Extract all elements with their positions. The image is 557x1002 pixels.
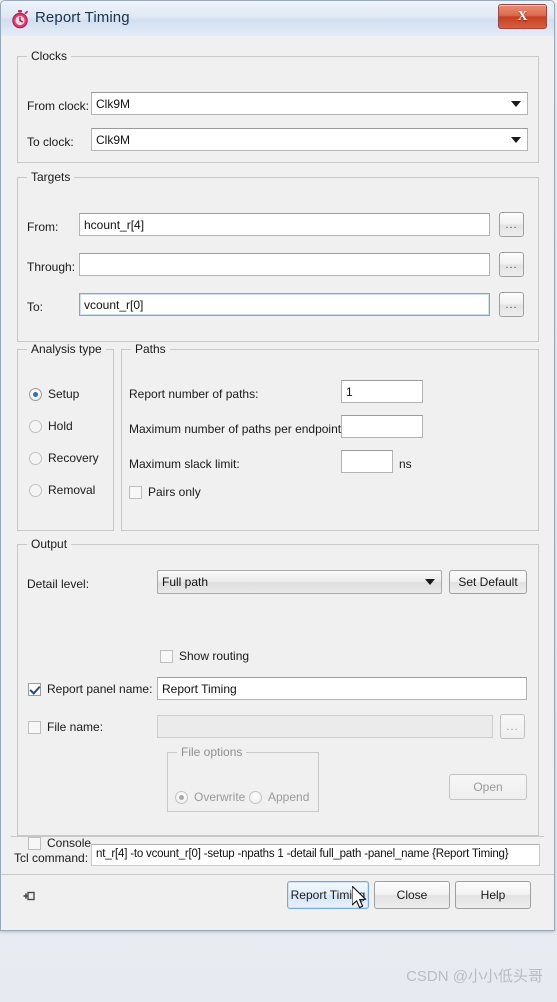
csdn-watermark: CSDN @小小低头哥 bbox=[406, 968, 543, 985]
pin-icon[interactable] bbox=[21, 887, 39, 908]
max-paths-per-endpoint-input[interactable] bbox=[341, 415, 423, 438]
to-target-input[interactable]: vcount_r[0] bbox=[79, 293, 490, 316]
file-name-input[interactable] bbox=[157, 715, 493, 738]
file-option-append[interactable]: Append bbox=[249, 790, 309, 804]
file-name-label: File name: bbox=[47, 720, 104, 734]
checkbox-indicator bbox=[160, 649, 173, 663]
analysis-option-recovery[interactable]: Recovery bbox=[29, 451, 99, 465]
report-panel-name-label: Report panel name: bbox=[47, 682, 153, 696]
set-default-button[interactable]: Set Default bbox=[449, 570, 527, 594]
analysis-option-label: Removal bbox=[48, 483, 96, 497]
max-slack-limit-label: Maximum slack limit: bbox=[129, 457, 240, 471]
chevron-down-icon bbox=[511, 136, 521, 143]
analysis-option-setup[interactable]: Setup bbox=[29, 387, 79, 401]
to-target-label: To: bbox=[27, 300, 44, 314]
max-paths-per-endpoint-label: Maximum number of paths per endpoint: bbox=[129, 422, 345, 436]
pairs-only-label: Pairs only bbox=[148, 485, 201, 499]
file-name-browse-button[interactable]: ... bbox=[500, 714, 525, 739]
analysis-type-group: Analysis type bbox=[17, 342, 114, 531]
tcl-command-label: Tcl command: bbox=[14, 851, 89, 865]
paths-group-label: Paths bbox=[131, 342, 170, 356]
radio-indicator bbox=[175, 790, 188, 804]
file-option-overwrite[interactable]: Overwrite bbox=[175, 790, 245, 804]
through-target-browse-button[interactable]: ... bbox=[499, 252, 524, 277]
radio-indicator bbox=[29, 451, 42, 465]
max-slack-limit-unit: ns bbox=[399, 457, 412, 471]
title-bar[interactable]: Report Timing X bbox=[1, 1, 554, 37]
radio-indicator bbox=[29, 419, 42, 433]
file-name-checkbox[interactable]: File name: bbox=[28, 720, 103, 734]
from-clock-label: From clock: bbox=[27, 99, 90, 113]
file-option-label: Overwrite bbox=[194, 790, 246, 804]
through-target-label: Through: bbox=[27, 260, 76, 274]
footer-separator bbox=[1, 874, 554, 875]
radio-indicator bbox=[29, 387, 42, 401]
checkbox-indicator bbox=[28, 836, 41, 850]
from-target-browse-button[interactable]: ... bbox=[499, 212, 524, 237]
console-checkbox[interactable]: Console bbox=[28, 836, 91, 850]
analysis-option-label: Setup bbox=[48, 387, 80, 401]
from-target-input[interactable]: hcount_r[4] bbox=[79, 213, 490, 236]
targets-group-label: Targets bbox=[27, 170, 75, 184]
tcl-command-value: nt_r[4] -to vcount_r[0] -setup -npaths 1… bbox=[96, 848, 509, 861]
output-group-label: Output bbox=[27, 537, 72, 551]
window-title: Report Timing bbox=[35, 9, 130, 26]
show-routing-label: Show routing bbox=[179, 649, 250, 663]
report-panel-name-checkbox[interactable]: Report panel name: bbox=[28, 682, 152, 696]
tcl-command-input[interactable]: nt_r[4] -to vcount_r[0] -setup -npaths 1… bbox=[91, 844, 540, 866]
to-clock-label: To clock: bbox=[27, 135, 74, 149]
from-target-value: hcount_r[4] bbox=[84, 217, 145, 232]
dialog-body: Clocks From clock: Clk9M To clock: Clk9M… bbox=[1, 36, 554, 930]
report-timing-button[interactable]: Report Timing bbox=[287, 881, 369, 909]
tcl-separator bbox=[11, 836, 544, 837]
stopwatch-icon bbox=[10, 9, 30, 29]
detail-level-label: Detail level: bbox=[27, 577, 90, 591]
checkbox-indicator bbox=[28, 682, 41, 696]
close-window-button[interactable]: X bbox=[498, 4, 547, 29]
radio-indicator bbox=[249, 790, 262, 804]
analysis-option-hold[interactable]: Hold bbox=[29, 419, 73, 433]
show-routing-checkbox[interactable]: Show routing bbox=[160, 649, 249, 663]
file-option-label: Append bbox=[268, 790, 310, 804]
clocks-group-label: Clocks bbox=[27, 49, 72, 63]
report-number-of-paths-input[interactable]: 1 bbox=[341, 380, 423, 403]
radio-indicator bbox=[29, 483, 42, 497]
from-target-label: From: bbox=[27, 220, 59, 234]
analysis-option-label: Hold bbox=[48, 419, 73, 433]
to-clock-value: Clk9M bbox=[96, 132, 131, 147]
analysis-type-group-label: Analysis type bbox=[27, 342, 106, 356]
to-target-value: vcount_r[0] bbox=[84, 297, 144, 312]
analysis-option-label: Recovery bbox=[48, 451, 99, 465]
analysis-option-removal[interactable]: Removal bbox=[29, 483, 95, 497]
max-slack-limit-input[interactable] bbox=[341, 450, 393, 473]
chevron-down-icon bbox=[425, 579, 435, 585]
chevron-down-icon bbox=[511, 100, 521, 107]
file-options-group-label: File options bbox=[177, 745, 247, 759]
checkbox-indicator bbox=[129, 485, 142, 499]
open-button[interactable]: Open bbox=[449, 774, 527, 800]
from-clock-value: Clk9M bbox=[96, 96, 131, 111]
to-target-browse-button[interactable]: ... bbox=[499, 292, 524, 317]
pairs-only-checkbox[interactable]: Pairs only bbox=[129, 485, 201, 499]
help-button[interactable]: Help bbox=[455, 881, 531, 909]
through-target-input[interactable] bbox=[79, 253, 490, 276]
report-panel-name-input[interactable]: Report Timing bbox=[157, 677, 527, 700]
from-clock-combo[interactable]: Clk9M bbox=[91, 92, 528, 115]
console-label: Console bbox=[47, 836, 92, 850]
close-icon: X bbox=[517, 8, 528, 24]
detail-level-combo[interactable]: Full path bbox=[157, 570, 442, 594]
paths-group: Paths bbox=[121, 342, 539, 531]
report-panel-name-value: Report Timing bbox=[162, 681, 237, 696]
report-number-of-paths-value: 1 bbox=[346, 384, 353, 399]
close-button[interactable]: Close bbox=[374, 881, 450, 909]
detail-level-value: Full path bbox=[162, 575, 209, 589]
report-number-of-paths-label: Report number of paths: bbox=[129, 387, 259, 401]
to-clock-combo[interactable]: Clk9M bbox=[91, 128, 528, 151]
checkbox-indicator bbox=[28, 720, 41, 734]
report-timing-dialog: Report Timing X Clocks From clock: Clk9M… bbox=[0, 0, 555, 931]
